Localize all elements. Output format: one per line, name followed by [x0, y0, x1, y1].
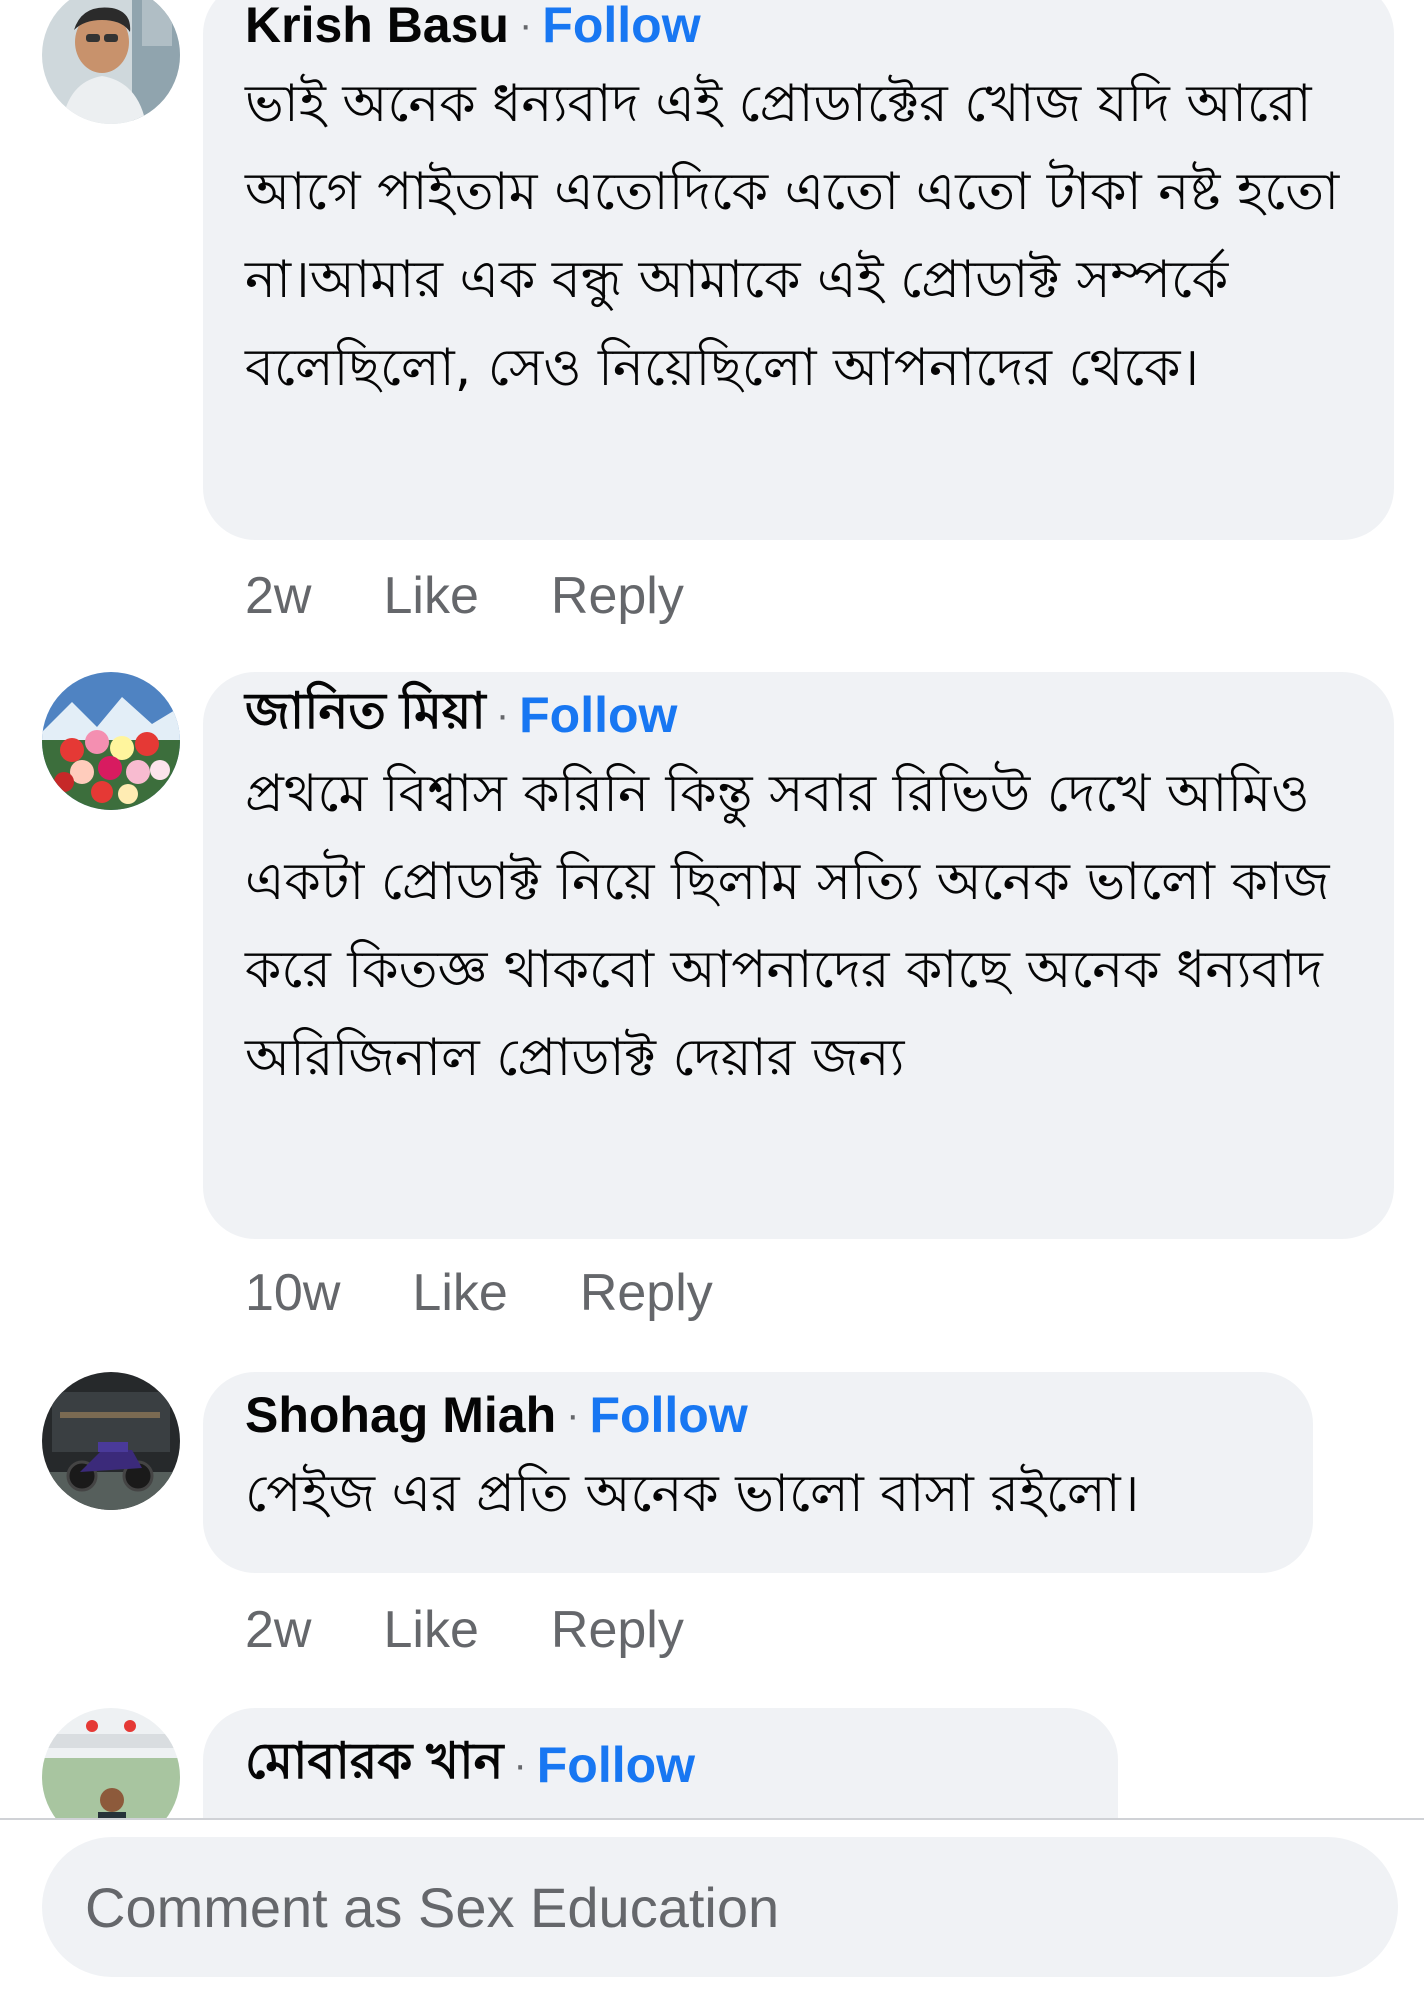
like-button[interactable]: Like	[412, 1263, 507, 1323]
comment-header: জানিত মিয়া · Follow	[245, 683, 1352, 746]
reply-button[interactable]: Reply	[580, 1263, 713, 1323]
comment-bubble: Krish Basu · Follow ভাই অনেক ধন্যবাদ এই …	[203, 0, 1394, 540]
author-name[interactable]: মোবারক খান	[245, 1724, 503, 1807]
separator-dot: ·	[566, 1392, 580, 1437]
comment-bubble: Shohag Miah · Follow পেইজ এর প্রতি অনেক …	[203, 1372, 1313, 1573]
comment-text: পেইজ এর প্রতি অনেক ভালো বাসা রইলো।	[245, 1464, 1140, 1524]
comments-screen: Krish Basu · Follow ভাই অনেক ধন্যবাদ এই …	[0, 0, 1424, 1999]
like-button[interactable]: Like	[383, 1600, 478, 1660]
comment-actions: 2w Like Reply	[245, 566, 684, 626]
comment-actions: 2w Like Reply	[245, 1600, 684, 1660]
comment-input[interactable]: Comment as Sex Education	[42, 1837, 1398, 1977]
comment-text: প্রথমে বিশ্বাস করিনি কিন্তু সবার রিভিউ দ…	[245, 764, 1330, 1088]
comment-header: Krish Basu · Follow	[245, 0, 1352, 56]
like-button[interactable]: Like	[383, 566, 478, 626]
comment-composer-bar: Comment as Sex Education	[0, 1820, 1424, 1999]
reply-button[interactable]: Reply	[551, 566, 684, 626]
comment-actions: 10w Like Reply	[245, 1263, 713, 1323]
comment-timestamp[interactable]: 10w	[245, 1263, 340, 1323]
comment-text: ভাই অনেক ধন্যবাদ এই প্রোডাক্টের খোজ যদি …	[245, 74, 1340, 398]
follow-button[interactable]: Follow	[537, 1736, 695, 1794]
author-name[interactable]: Shohag Miah	[245, 1386, 556, 1444]
reply-button[interactable]: Reply	[551, 1600, 684, 1660]
follow-button[interactable]: Follow	[542, 0, 700, 54]
comment-timestamp[interactable]: 2w	[245, 1600, 311, 1660]
avatar[interactable]	[42, 1372, 180, 1510]
avatar[interactable]	[42, 0, 180, 124]
separator-dot: ·	[513, 1742, 527, 1787]
comment-header: Shohag Miah · Follow	[245, 1384, 1271, 1446]
comment-header: মোবারক খান · Follow	[245, 1733, 1076, 1796]
avatar[interactable]	[42, 672, 180, 810]
follow-button[interactable]: Follow	[589, 1386, 747, 1444]
author-name[interactable]: Krish Basu	[245, 0, 509, 54]
author-name[interactable]: জানিত মিয়া	[245, 674, 486, 757]
follow-button[interactable]: Follow	[519, 686, 677, 744]
separator-dot: ·	[495, 692, 510, 737]
comment-bubble: জানিত মিয়া · Follow প্রথমে বিশ্বাস করিন…	[203, 672, 1394, 1239]
separator-dot: ·	[518, 2, 533, 47]
comment-timestamp[interactable]: 2w	[245, 566, 311, 626]
